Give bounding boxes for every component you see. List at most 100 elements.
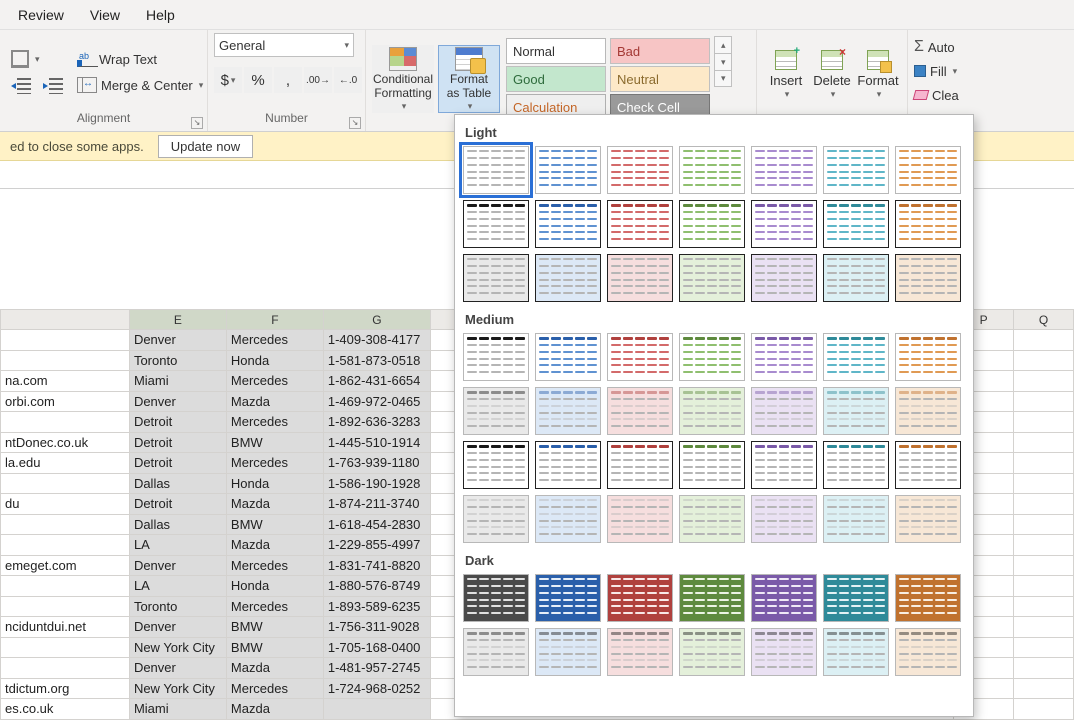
table-style-swatch[interactable] (823, 441, 889, 489)
table-style-swatch[interactable] (679, 254, 745, 302)
cell[interactable]: 1-469-972-0465 (323, 391, 430, 412)
cell[interactable]: Mercedes (226, 330, 323, 351)
cell[interactable]: 1-880-576-8749 (323, 576, 430, 597)
decrease-indent-button[interactable] (6, 75, 36, 97)
table-style-swatch[interactable] (535, 200, 601, 248)
table-style-swatch[interactable] (607, 495, 673, 543)
cell[interactable] (1014, 617, 1074, 638)
borders-button[interactable]: ▾ (6, 47, 68, 71)
format-as-table-button[interactable]: Format as Table ▾ (438, 45, 500, 113)
table-style-swatch[interactable] (751, 254, 817, 302)
cell[interactable] (1, 576, 130, 597)
style-bad[interactable]: Bad (610, 38, 710, 64)
col-header-q[interactable]: Q (1014, 310, 1074, 330)
table-style-swatch[interactable] (751, 333, 817, 381)
table-style-swatch[interactable] (751, 574, 817, 622)
cell[interactable]: Mazda (226, 391, 323, 412)
table-style-swatch[interactable] (679, 495, 745, 543)
cell[interactable] (1, 473, 130, 494)
cell[interactable]: New York City (129, 678, 226, 699)
cell[interactable]: Honda (226, 473, 323, 494)
cell[interactable]: 1-892-636-3283 (323, 412, 430, 433)
table-style-swatch[interactable] (895, 387, 961, 435)
cell[interactable]: 1-705-168-0400 (323, 637, 430, 658)
cell[interactable] (1014, 637, 1074, 658)
cell[interactable]: New York City (129, 637, 226, 658)
table-style-swatch[interactable] (823, 628, 889, 676)
table-style-swatch[interactable] (607, 628, 673, 676)
cell[interactable] (1014, 555, 1074, 576)
table-style-swatch[interactable] (535, 495, 601, 543)
table-style-swatch[interactable] (535, 574, 601, 622)
table-styles-gallery[interactable]: Light Medium Dark (454, 114, 974, 717)
cell[interactable] (1014, 453, 1074, 474)
autosum-button[interactable]: Σ Auto (914, 36, 955, 58)
table-style-swatch[interactable] (823, 495, 889, 543)
cell[interactable]: Mazda (226, 658, 323, 679)
styles-more[interactable]: ▾ (714, 70, 732, 87)
cell[interactable] (1014, 330, 1074, 351)
cell[interactable]: 1-831-741-8820 (323, 555, 430, 576)
cell[interactable]: Detroit (129, 494, 226, 515)
table-style-swatch[interactable] (751, 146, 817, 194)
cell[interactable]: Detroit (129, 412, 226, 433)
percent-button[interactable]: % (244, 67, 272, 93)
cell[interactable]: Toronto (129, 350, 226, 371)
cell[interactable] (1, 412, 130, 433)
cell[interactable] (1014, 699, 1074, 720)
cell[interactable]: Detroit (129, 453, 226, 474)
cell[interactable] (1, 330, 130, 351)
dialog-launcher-icon[interactable]: ↘ (349, 117, 361, 129)
table-style-swatch[interactable] (607, 254, 673, 302)
table-style-swatch[interactable] (895, 628, 961, 676)
cell[interactable]: tdictum.org (1, 678, 130, 699)
cell[interactable] (1, 658, 130, 679)
cell[interactable] (1014, 658, 1074, 679)
table-style-swatch[interactable] (535, 146, 601, 194)
clear-button[interactable]: Clea (914, 84, 959, 106)
delete-button[interactable]: Delete (812, 72, 852, 89)
cell[interactable] (1014, 473, 1074, 494)
cell[interactable]: LA (129, 535, 226, 556)
cell[interactable]: 1-756-311-9028 (323, 617, 430, 638)
col-header-d[interactable] (1, 310, 130, 330)
cell[interactable]: Honda (226, 350, 323, 371)
cell[interactable]: BMW (226, 637, 323, 658)
table-style-swatch[interactable] (607, 387, 673, 435)
cell[interactable]: 1-445-510-1914 (323, 432, 430, 453)
cell[interactable]: Denver (129, 658, 226, 679)
table-style-swatch[interactable] (823, 387, 889, 435)
table-style-swatch[interactable] (895, 146, 961, 194)
cell[interactable]: 1-481-957-2745 (323, 658, 430, 679)
cell[interactable]: 1-862-431-6654 (323, 371, 430, 392)
table-style-swatch[interactable] (535, 254, 601, 302)
cell[interactable] (1, 637, 130, 658)
conditional-formatting-button[interactable]: Conditional Formatting ▾ (372, 45, 434, 113)
cell[interactable]: Toronto (129, 596, 226, 617)
cell[interactable] (1, 596, 130, 617)
table-style-swatch[interactable] (679, 441, 745, 489)
cell[interactable] (1014, 494, 1074, 515)
table-style-swatch[interactable] (607, 146, 673, 194)
cell[interactable]: Mercedes (226, 596, 323, 617)
cell[interactable]: na.com (1, 371, 130, 392)
merge-center-button[interactable]: Merge & Center ▾ (72, 74, 208, 96)
table-style-swatch[interactable] (607, 200, 673, 248)
table-style-swatch[interactable] (463, 628, 529, 676)
table-style-swatch[interactable] (679, 200, 745, 248)
cell[interactable] (1014, 576, 1074, 597)
comma-button[interactable]: , (274, 67, 302, 93)
table-style-swatch[interactable] (895, 200, 961, 248)
cell[interactable]: Mazda (226, 535, 323, 556)
table-style-swatch[interactable] (823, 574, 889, 622)
cell[interactable]: BMW (226, 617, 323, 638)
table-style-swatch[interactable] (463, 495, 529, 543)
cell[interactable]: 1-229-855-4997 (323, 535, 430, 556)
cell[interactable] (323, 699, 430, 720)
cell[interactable]: Mercedes (226, 555, 323, 576)
dialog-launcher-icon[interactable]: ↘ (191, 117, 203, 129)
styles-scroll-up[interactable]: ▴ (714, 36, 732, 53)
style-normal[interactable]: Normal (506, 38, 606, 64)
table-style-swatch[interactable] (463, 254, 529, 302)
table-style-swatch[interactable] (751, 628, 817, 676)
